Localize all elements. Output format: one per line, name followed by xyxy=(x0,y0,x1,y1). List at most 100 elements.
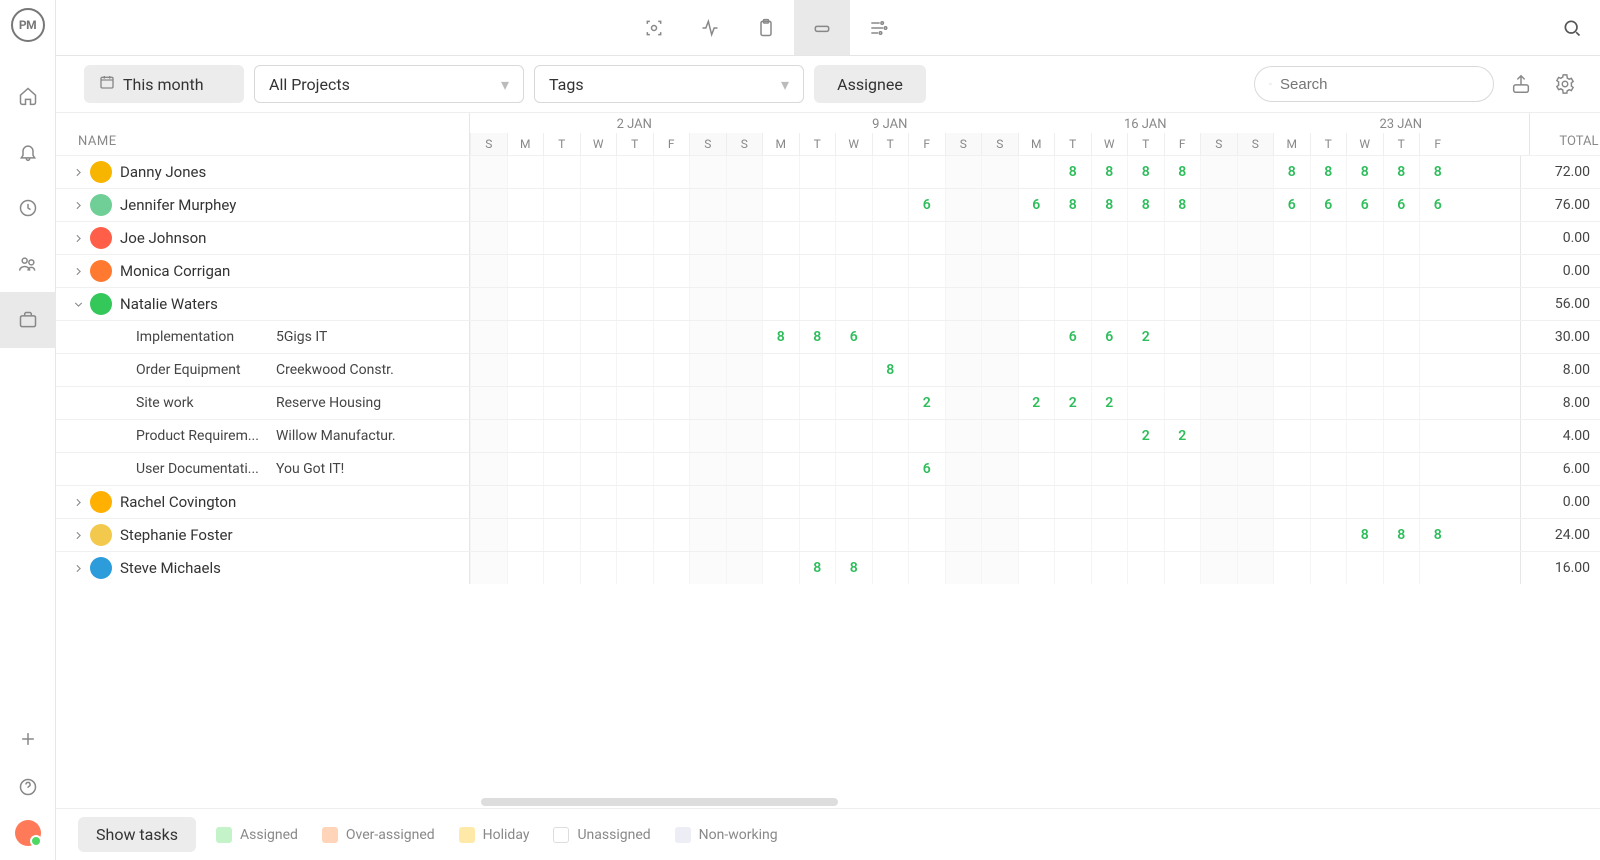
workload-cell[interactable] xyxy=(726,420,763,452)
workload-cell[interactable]: 8 xyxy=(762,321,799,353)
workload-cell[interactable] xyxy=(689,321,726,353)
workload-cell[interactable] xyxy=(507,189,544,221)
workload-cell[interactable] xyxy=(945,321,982,353)
workload-cell[interactable] xyxy=(1237,189,1274,221)
workload-cell[interactable] xyxy=(1091,552,1128,584)
workload-cell[interactable] xyxy=(726,189,763,221)
workload-cell[interactable] xyxy=(507,156,544,188)
workload-cell[interactable] xyxy=(543,321,580,353)
chevron-right-icon[interactable] xyxy=(68,529,88,542)
workload-cell[interactable] xyxy=(799,255,836,287)
workload-cell[interactable] xyxy=(872,453,909,485)
workload-cell[interactable] xyxy=(1054,453,1091,485)
workload-cell[interactable] xyxy=(908,552,945,584)
workload-cell[interactable]: 6 xyxy=(1383,189,1420,221)
workload-cell[interactable] xyxy=(470,321,507,353)
workload-cell[interactable]: 8 xyxy=(1310,156,1347,188)
workload-cell[interactable] xyxy=(653,552,690,584)
workload-cell[interactable] xyxy=(1200,222,1237,254)
person-name[interactable]: Stephanie Foster xyxy=(120,526,233,544)
workload-cell[interactable] xyxy=(470,552,507,584)
chevron-right-icon[interactable] xyxy=(68,199,88,212)
workload-cell[interactable] xyxy=(470,156,507,188)
workload-cell[interactable] xyxy=(762,420,799,452)
workload-cell[interactable] xyxy=(1419,387,1456,419)
workload-cell[interactable]: 6 xyxy=(1419,189,1456,221)
workload-cell[interactable] xyxy=(470,387,507,419)
workload-cell[interactable] xyxy=(1091,453,1128,485)
workload-cell[interactable] xyxy=(872,387,909,419)
workload-cell[interactable] xyxy=(543,156,580,188)
workload-cell[interactable] xyxy=(689,222,726,254)
workload-cell[interactable] xyxy=(945,387,982,419)
workload-cell[interactable]: 8 xyxy=(1127,189,1164,221)
workload-cell[interactable] xyxy=(616,321,653,353)
workload-cell[interactable] xyxy=(1091,288,1128,320)
workload-cell[interactable]: 8 xyxy=(1091,189,1128,221)
workload-cell[interactable] xyxy=(1346,321,1383,353)
workload-cell[interactable]: 8 xyxy=(1419,519,1456,551)
workload-cell[interactable] xyxy=(616,189,653,221)
workload-cell[interactable] xyxy=(726,519,763,551)
workload-cell[interactable] xyxy=(689,354,726,386)
workload-cell[interactable] xyxy=(689,255,726,287)
chevron-down-icon[interactable] xyxy=(68,298,88,311)
workload-cell[interactable] xyxy=(580,486,617,518)
workload-cell[interactable]: 2 xyxy=(908,387,945,419)
workload-cell[interactable] xyxy=(616,486,653,518)
workload-cell[interactable] xyxy=(1310,453,1347,485)
workload-cell[interactable] xyxy=(580,288,617,320)
workload-cell[interactable] xyxy=(799,156,836,188)
workload-cell[interactable] xyxy=(1310,552,1347,584)
workload-cell[interactable] xyxy=(580,255,617,287)
workload-cell[interactable] xyxy=(543,222,580,254)
workload-cell[interactable]: 6 xyxy=(1054,321,1091,353)
workload-cell[interactable] xyxy=(1310,222,1347,254)
workload-cell[interactable] xyxy=(1273,321,1310,353)
tab-activity-icon[interactable] xyxy=(682,0,738,55)
workload-cell[interactable]: 6 xyxy=(1346,189,1383,221)
workload-cell[interactable] xyxy=(945,222,982,254)
chevron-right-icon[interactable] xyxy=(68,166,88,179)
workload-cell[interactable] xyxy=(616,453,653,485)
workload-cell[interactable]: 8 xyxy=(835,552,872,584)
workload-cell[interactable] xyxy=(616,156,653,188)
workload-cell[interactable] xyxy=(1164,354,1201,386)
search-field[interactable] xyxy=(1254,66,1494,102)
workload-cell[interactable] xyxy=(616,354,653,386)
workload-cell[interactable] xyxy=(507,321,544,353)
workload-cell[interactable] xyxy=(981,420,1018,452)
workload-cell[interactable] xyxy=(1054,420,1091,452)
workload-cell[interactable] xyxy=(835,222,872,254)
workload-cell[interactable] xyxy=(1273,486,1310,518)
workload-cell[interactable] xyxy=(1419,486,1456,518)
workload-cell[interactable] xyxy=(1310,387,1347,419)
workload-cell[interactable]: 8 xyxy=(799,552,836,584)
workload-cell[interactable] xyxy=(945,288,982,320)
workload-cell[interactable] xyxy=(1346,420,1383,452)
workload-cell[interactable] xyxy=(981,354,1018,386)
workload-cell[interactable] xyxy=(653,222,690,254)
workload-cell[interactable] xyxy=(1383,486,1420,518)
workload-cell[interactable] xyxy=(945,189,982,221)
workload-cell[interactable] xyxy=(1054,552,1091,584)
workload-cell[interactable] xyxy=(1273,354,1310,386)
workload-cell[interactable] xyxy=(1127,552,1164,584)
workload-cell[interactable] xyxy=(1273,288,1310,320)
workload-cell[interactable] xyxy=(1273,552,1310,584)
chevron-right-icon[interactable] xyxy=(68,562,88,575)
workload-cell[interactable] xyxy=(1310,486,1347,518)
tags-filter-dropdown[interactable]: Tags ▾ xyxy=(534,65,804,103)
workload-cell[interactable]: 6 xyxy=(1091,321,1128,353)
workload-cell[interactable] xyxy=(872,255,909,287)
workload-cell[interactable] xyxy=(580,189,617,221)
workload-cell[interactable] xyxy=(1237,486,1274,518)
workload-cell[interactable] xyxy=(981,222,1018,254)
workload-cell[interactable] xyxy=(1383,222,1420,254)
workload-cell[interactable] xyxy=(1164,519,1201,551)
workload-cell[interactable] xyxy=(1273,519,1310,551)
workload-cell[interactable] xyxy=(653,387,690,419)
workload-cell[interactable] xyxy=(1346,255,1383,287)
workload-cell[interactable] xyxy=(1419,255,1456,287)
workload-cell[interactable] xyxy=(981,189,1018,221)
